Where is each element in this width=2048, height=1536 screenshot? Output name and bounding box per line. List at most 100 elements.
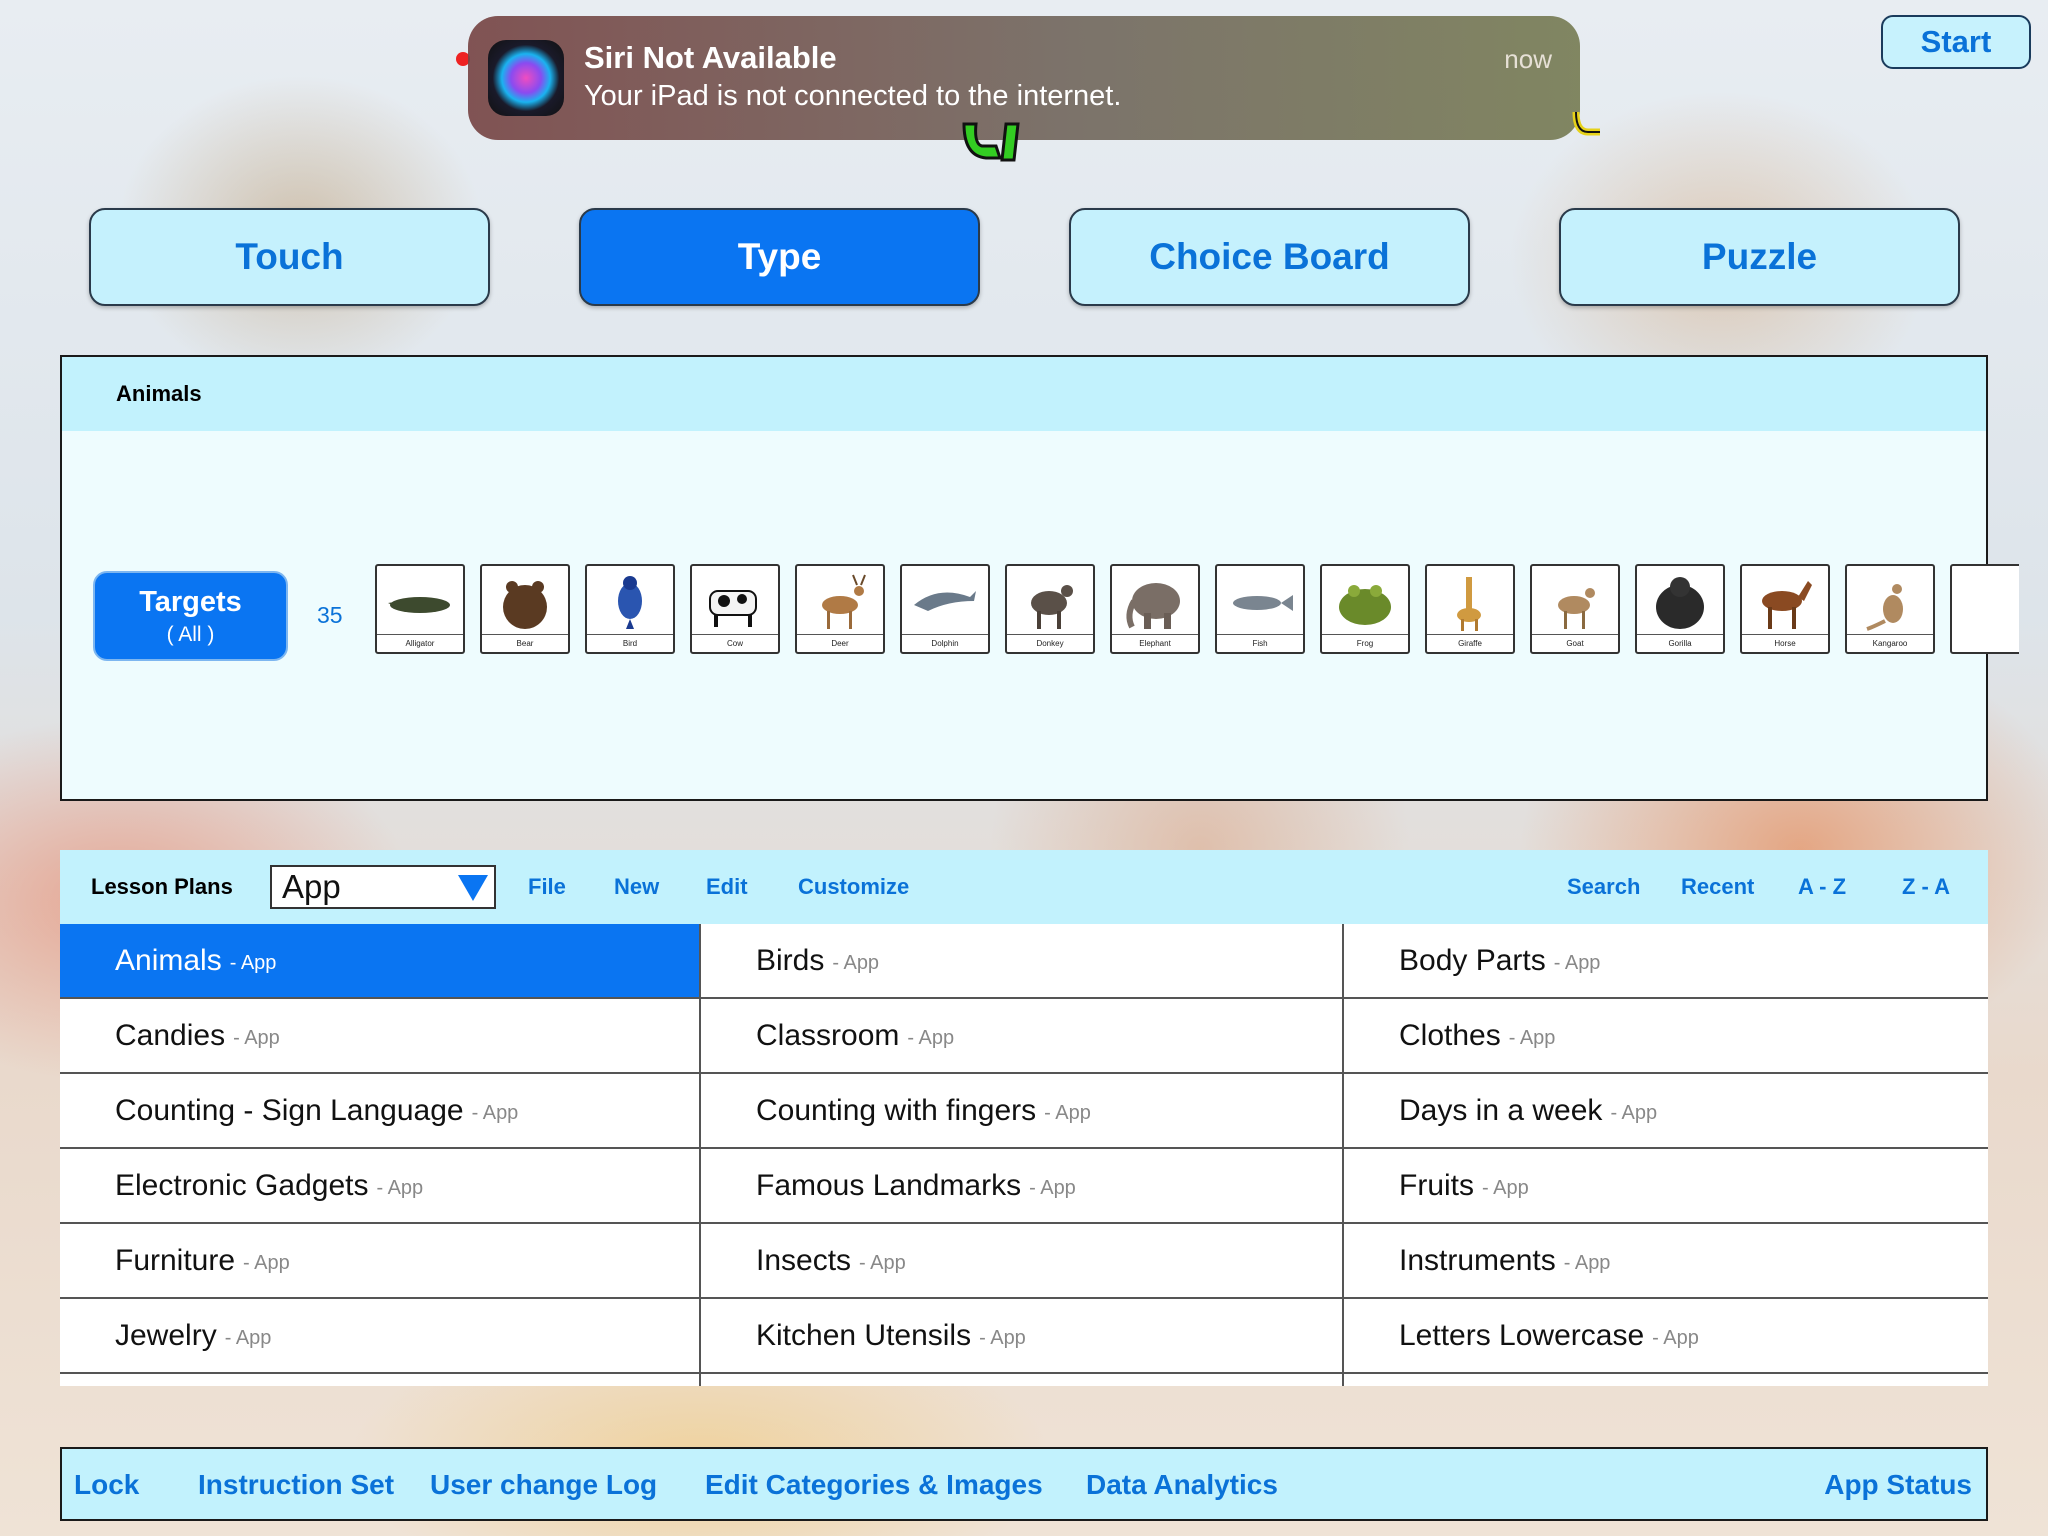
data-analytics-button[interactable]: Data Analytics — [1086, 1469, 1278, 1501]
edit-categories-button[interactable]: Edit Categories & Images — [705, 1469, 1043, 1501]
lesson-plan-item[interactable]: Body Parts - App — [1344, 924, 1988, 999]
target-card[interactable]: Giraffe — [1425, 564, 1515, 654]
lesson-plan-item[interactable] — [1344, 1374, 1988, 1386]
lesson-plan-item[interactable]: Birds - App — [701, 924, 1344, 999]
targets-button[interactable]: Targets ( All ) — [93, 571, 288, 661]
lesson-plan-name: Instruments — [1399, 1243, 1556, 1277]
target-card-label: Frog — [1322, 634, 1408, 652]
lesson-plan-name: Classroom — [756, 1018, 900, 1052]
mode-type-button[interactable]: Type — [579, 208, 980, 306]
mode-choice-board-button[interactable]: Choice Board — [1069, 208, 1470, 306]
target-card[interactable]: Bear — [480, 564, 570, 654]
lesson-source-select[interactable]: App — [270, 865, 496, 909]
target-card[interactable]: Donkey — [1005, 564, 1095, 654]
lesson-plan-item[interactable]: Animals - App — [60, 924, 701, 999]
lesson-plan-item[interactable]: Kitchen Utensils - App — [701, 1299, 1344, 1374]
siri-icon — [488, 40, 564, 116]
target-card[interactable]: Bird — [585, 564, 675, 654]
user-change-log-button[interactable]: User change Log — [430, 1469, 657, 1501]
start-button[interactable]: Start — [1881, 15, 2031, 69]
lesson-plan-item[interactable]: Clothes - App — [1344, 999, 1988, 1074]
category-title: Animals — [62, 357, 1986, 431]
lesson-plan-source: - App — [1029, 1177, 1076, 1199]
lesson-plan-item[interactable]: Candies - App — [60, 999, 701, 1074]
lesson-plan-item[interactable]: Instruments - App — [1344, 1224, 1988, 1299]
lesson-plan-item[interactable]: Counting - Sign Language - App — [60, 1074, 701, 1149]
target-card[interactable]: Deer — [795, 564, 885, 654]
target-card-label: Deer — [797, 634, 883, 652]
lesson-plan-name: Candies — [115, 1018, 226, 1052]
elephant-icon — [1126, 583, 1180, 629]
target-card[interactable]: Alligator — [375, 564, 465, 654]
target-card-label: Gorilla — [1637, 634, 1723, 652]
instruction-set-button[interactable]: Instruction Set — [198, 1469, 394, 1501]
lesson-plan-name: Counting - Sign Language — [115, 1093, 464, 1127]
app-logo-fragment-right — [1572, 111, 1600, 136]
targets-count: 35 — [317, 602, 343, 628]
target-card[interactable]: Cow — [690, 564, 780, 654]
lesson-plan-item[interactable]: Furniture - App — [60, 1224, 701, 1299]
lesson-plan-item[interactable]: Electronic Gadgets - App — [60, 1149, 701, 1224]
lesson-plan-source: - App — [471, 1102, 519, 1124]
mode-puzzle-button[interactable]: Puzzle — [1559, 208, 1960, 306]
target-card[interactable]: Frog — [1320, 564, 1410, 654]
lesson-plan-item[interactable]: Counting with fingers - App — [701, 1074, 1344, 1149]
notification-body: Your iPad is not connected to the intern… — [584, 80, 1122, 112]
donkey-icon — [1031, 585, 1073, 629]
lock-button[interactable]: Lock — [74, 1469, 139, 1501]
lesson-plan-item[interactable]: Days in a week - App — [1344, 1074, 1988, 1149]
lesson-plan-name: Insects — [756, 1243, 852, 1277]
lesson-plan-source: - App — [859, 1252, 906, 1274]
target-card[interactable]: Dolphin — [900, 564, 990, 654]
target-card-label: Horse — [1742, 634, 1828, 652]
sort-z-a-button[interactable]: Z - A — [1902, 874, 1950, 900]
new-button[interactable]: New — [614, 874, 659, 900]
mode-touch-button[interactable]: Touch — [89, 208, 490, 306]
lesson-plan-source: - App — [1482, 1177, 1529, 1199]
lesson-plan-item[interactable]: Insects - App — [701, 1224, 1344, 1299]
target-card-label: Goat — [1532, 634, 1618, 652]
lesson-plan-item[interactable] — [60, 1374, 701, 1386]
edit-button[interactable]: Edit — [706, 874, 748, 900]
bottom-toolbar: Lock Instruction Set User change Log Edi… — [60, 1447, 1988, 1521]
horse-icon — [1762, 581, 1812, 629]
lesson-plan-name: Days in a week — [1399, 1093, 1603, 1127]
lesson-plan-source: - App — [376, 1177, 424, 1199]
recent-button[interactable]: Recent — [1681, 874, 1754, 900]
lesson-plan-name: Body Parts — [1399, 943, 1546, 977]
lesson-plan-source: - App — [907, 1027, 955, 1049]
target-card-label: Dolphin — [902, 634, 988, 652]
target-card-label: Cow — [692, 634, 778, 652]
lesson-plan-source: - App — [1508, 1027, 1556, 1049]
target-card[interactable]: Elephant — [1110, 564, 1200, 654]
app-status-button[interactable]: App Status — [1824, 1469, 1972, 1501]
lesson-plan-name: Clothes — [1399, 1018, 1501, 1052]
lesson-plan-name: Kitchen Utensils — [756, 1318, 972, 1352]
lesson-plan-source: - App — [1652, 1327, 1699, 1349]
lesson-source-value: App — [282, 868, 341, 905]
search-button[interactable]: Search — [1567, 874, 1640, 900]
lesson-plan-name: Birds — [756, 943, 825, 977]
target-card[interactable]: Goat — [1530, 564, 1620, 654]
target-card[interactable]: Kangaroo — [1845, 564, 1935, 654]
cow-icon — [709, 590, 757, 627]
target-card-label: Fish — [1217, 634, 1303, 652]
target-card[interactable]: Horse — [1740, 564, 1830, 654]
chevron-down-icon — [458, 875, 488, 901]
target-cards-strip[interactable]: Alligator Bear Bird Cow Deer Dolphin Donkey Ele… — [375, 564, 2019, 656]
lesson-plan-source: - App — [1044, 1102, 1091, 1124]
target-card[interactable] — [1950, 564, 2019, 654]
lesson-plan-item[interactable] — [701, 1374, 1344, 1386]
mode-selector: Touch Type Choice Board Puzzle — [0, 208, 2048, 308]
target-card[interactable]: Fish — [1215, 564, 1305, 654]
lesson-plan-item[interactable]: Fruits - App — [1344, 1149, 1988, 1224]
lesson-plan-item[interactable]: Letters Lowercase - App — [1344, 1299, 1988, 1374]
file-button[interactable]: File — [528, 874, 566, 900]
lesson-plan-item[interactable]: Famous Landmarks - App — [701, 1149, 1344, 1224]
sort-a-z-button[interactable]: A - Z — [1798, 874, 1846, 900]
targets-button-label: Targets — [139, 585, 242, 618]
lesson-plan-item[interactable]: Jewelry - App — [60, 1299, 701, 1374]
lesson-plan-item[interactable]: Classroom - App — [701, 999, 1344, 1074]
target-card[interactable]: Gorilla — [1635, 564, 1725, 654]
customize-button[interactable]: Customize — [798, 874, 909, 900]
